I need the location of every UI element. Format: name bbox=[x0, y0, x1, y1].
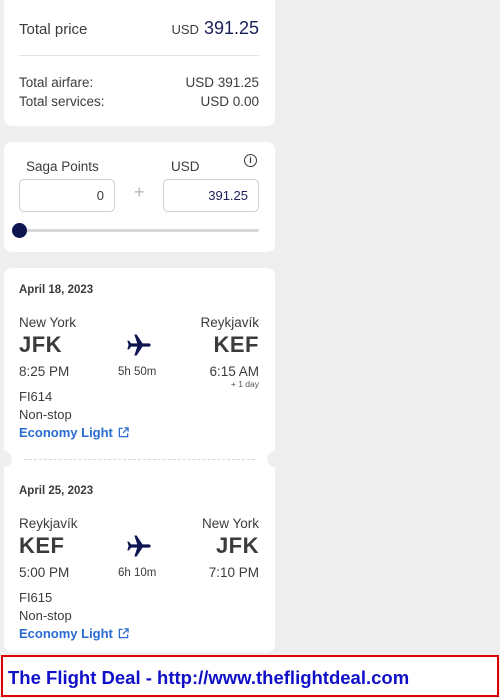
airplane-icon bbox=[127, 334, 151, 356]
origin-city: New York bbox=[19, 315, 77, 330]
flight-date: April 25, 2023 bbox=[19, 485, 94, 497]
return-flight: April 25, 2023 Reykjavík New York KEF JF… bbox=[4, 469, 275, 649]
saga-points-label: Saga Points bbox=[26, 159, 99, 174]
flight-duration: 6h 10m bbox=[118, 567, 157, 579]
flights-card: April 18, 2023 New York Reykjavík JFK KE… bbox=[0, 268, 283, 652]
usd-label: USD bbox=[171, 159, 200, 174]
flight-number: FI614 bbox=[19, 389, 53, 404]
total-price-currency: USD bbox=[171, 22, 199, 37]
info-icon[interactable]: i bbox=[244, 154, 257, 167]
fare-class-label[interactable]: Economy Light bbox=[19, 626, 113, 641]
outbound-flight: April 18, 2023 New York Reykjavík JFK KE… bbox=[4, 268, 275, 448]
flight-stops: Non-stop bbox=[19, 407, 72, 422]
total-services-label: Total services: bbox=[19, 94, 105, 109]
origin-city: Reykjavík bbox=[19, 516, 78, 531]
destination-city: New York bbox=[201, 516, 259, 531]
plus-icon: + bbox=[134, 182, 145, 202]
fare-class-link[interactable]: Economy Light bbox=[19, 425, 129, 440]
destination-code: JFK bbox=[215, 533, 259, 558]
external-link-icon[interactable] bbox=[118, 628, 129, 639]
fare-class-label[interactable]: Economy Light bbox=[19, 425, 113, 440]
ticket-notch-right bbox=[267, 451, 283, 467]
total-price-label: Total price bbox=[19, 21, 88, 38]
total-airfare-row: Total airfare: USD 391.25 bbox=[19, 75, 259, 90]
origin-code: KEF bbox=[19, 533, 65, 558]
total-price-amount: USD 391.25 bbox=[171, 18, 259, 39]
flight-deal-banner: The Flight Deal - http://www.theflightde… bbox=[1, 655, 499, 697]
destination-code: KEF bbox=[213, 332, 259, 357]
arrival-time: 7:10 PM bbox=[208, 565, 259, 580]
total-services-row: Total services: USD 0.00 bbox=[19, 94, 259, 109]
banner-text: The Flight Deal - http://www.theflightde… bbox=[8, 667, 410, 688]
price-summary-card: Total price USD 391.25 Total airfare: USD… bbox=[4, 0, 275, 126]
total-services-value: USD 0.00 bbox=[200, 94, 259, 109]
external-link-icon[interactable] bbox=[118, 427, 129, 438]
departure-time: 5:00 PM bbox=[19, 565, 70, 580]
flight-duration: 5h 50m bbox=[118, 366, 157, 378]
airplane-icon bbox=[127, 535, 151, 557]
plus-day-note: + 1 day bbox=[230, 379, 259, 389]
total-airfare-label: Total airfare: bbox=[19, 75, 94, 90]
ticket-notch-left bbox=[0, 451, 12, 467]
flight-date: April 18, 2023 bbox=[19, 284, 94, 296]
origin-code: JFK bbox=[19, 332, 63, 357]
points-slider-track[interactable] bbox=[19, 229, 259, 232]
flight-separator bbox=[24, 459, 255, 460]
price-divider bbox=[19, 55, 259, 56]
arrival-time: 6:15 AM bbox=[209, 364, 259, 379]
points-slider-handle[interactable] bbox=[12, 223, 27, 238]
total-airfare-value: USD 391.25 bbox=[185, 75, 259, 90]
departure-time: 8:25 PM bbox=[19, 364, 70, 379]
flight-number: FI615 bbox=[19, 590, 53, 605]
flight-stops: Non-stop bbox=[19, 608, 72, 623]
total-price-row: Total price USD 391.25 bbox=[19, 18, 259, 39]
points-payment-card: Saga Points USD i 0 + 391.25 bbox=[4, 142, 275, 252]
usd-amount-input[interactable]: 391.25 bbox=[163, 179, 259, 212]
total-price-value: 391.25 bbox=[203, 18, 259, 38]
fare-class-link[interactable]: Economy Light bbox=[19, 626, 129, 641]
destination-city: Reykjavík bbox=[200, 315, 259, 330]
saga-points-input[interactable]: 0 bbox=[19, 179, 115, 212]
